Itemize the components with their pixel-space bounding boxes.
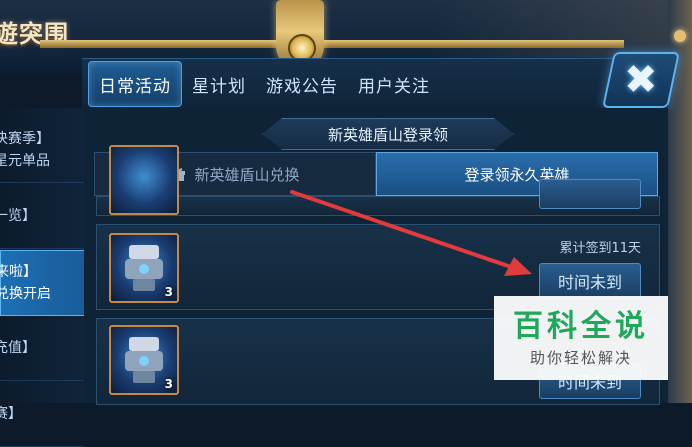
tab-game-announcements[interactable]: 游戏公告 xyxy=(256,62,348,106)
list-item-partial xyxy=(96,145,660,216)
hero-item-icon xyxy=(109,145,179,215)
main-tab-bar: 日常活动 星计划 游戏公告 用户关注 xyxy=(82,58,642,109)
panel-subtitle: 新英雄盾山登录领 xyxy=(262,118,514,150)
hero-item-icon: 3 xyxy=(109,233,179,303)
sidebar-item-season[interactable]: 决赛季】 星元单品 xyxy=(0,118,84,183)
gold-trim-right xyxy=(324,40,624,48)
watermark-subtitle: 助你轻松解决 xyxy=(529,348,632,367)
tab-user-follow[interactable]: 用户关注 xyxy=(348,62,440,106)
hero-item-icon: 3 xyxy=(109,325,179,395)
activity-sidebar: 决赛季】 星元单品 一览】 来啦】 兑换开启 充值】 赛】 xyxy=(0,108,86,447)
item-count: 3 xyxy=(164,285,173,299)
item-count: 3 xyxy=(164,377,173,391)
watermark-title: 百科全说 xyxy=(513,308,649,344)
row-button-partial[interactable] xyxy=(539,179,641,209)
close-button[interactable]: ✖ xyxy=(602,52,680,108)
signin-status: 累计签到11天 xyxy=(559,241,641,256)
tab-star-plan[interactable]: 星计划 xyxy=(182,62,256,106)
sidebar-item-recharge[interactable]: 充值】 xyxy=(0,316,84,381)
sidebar-item-tournament[interactable]: 赛】 xyxy=(0,382,84,447)
sidebar-item-exchange[interactable]: 来啦】 兑换开启 xyxy=(0,250,86,316)
tab-daily-activities[interactable]: 日常活动 xyxy=(88,61,182,107)
close-icon: ✖ xyxy=(624,57,658,103)
watermark: 百科全说 助你轻松解决 xyxy=(494,296,668,380)
subtab-label: 新英雄盾山兑换 xyxy=(194,165,300,184)
time-not-reached-button[interactable]: 时间未到 xyxy=(539,263,641,299)
gold-trim-left xyxy=(40,40,276,48)
sidebar-item-overview[interactable]: 一览】 xyxy=(0,184,84,249)
